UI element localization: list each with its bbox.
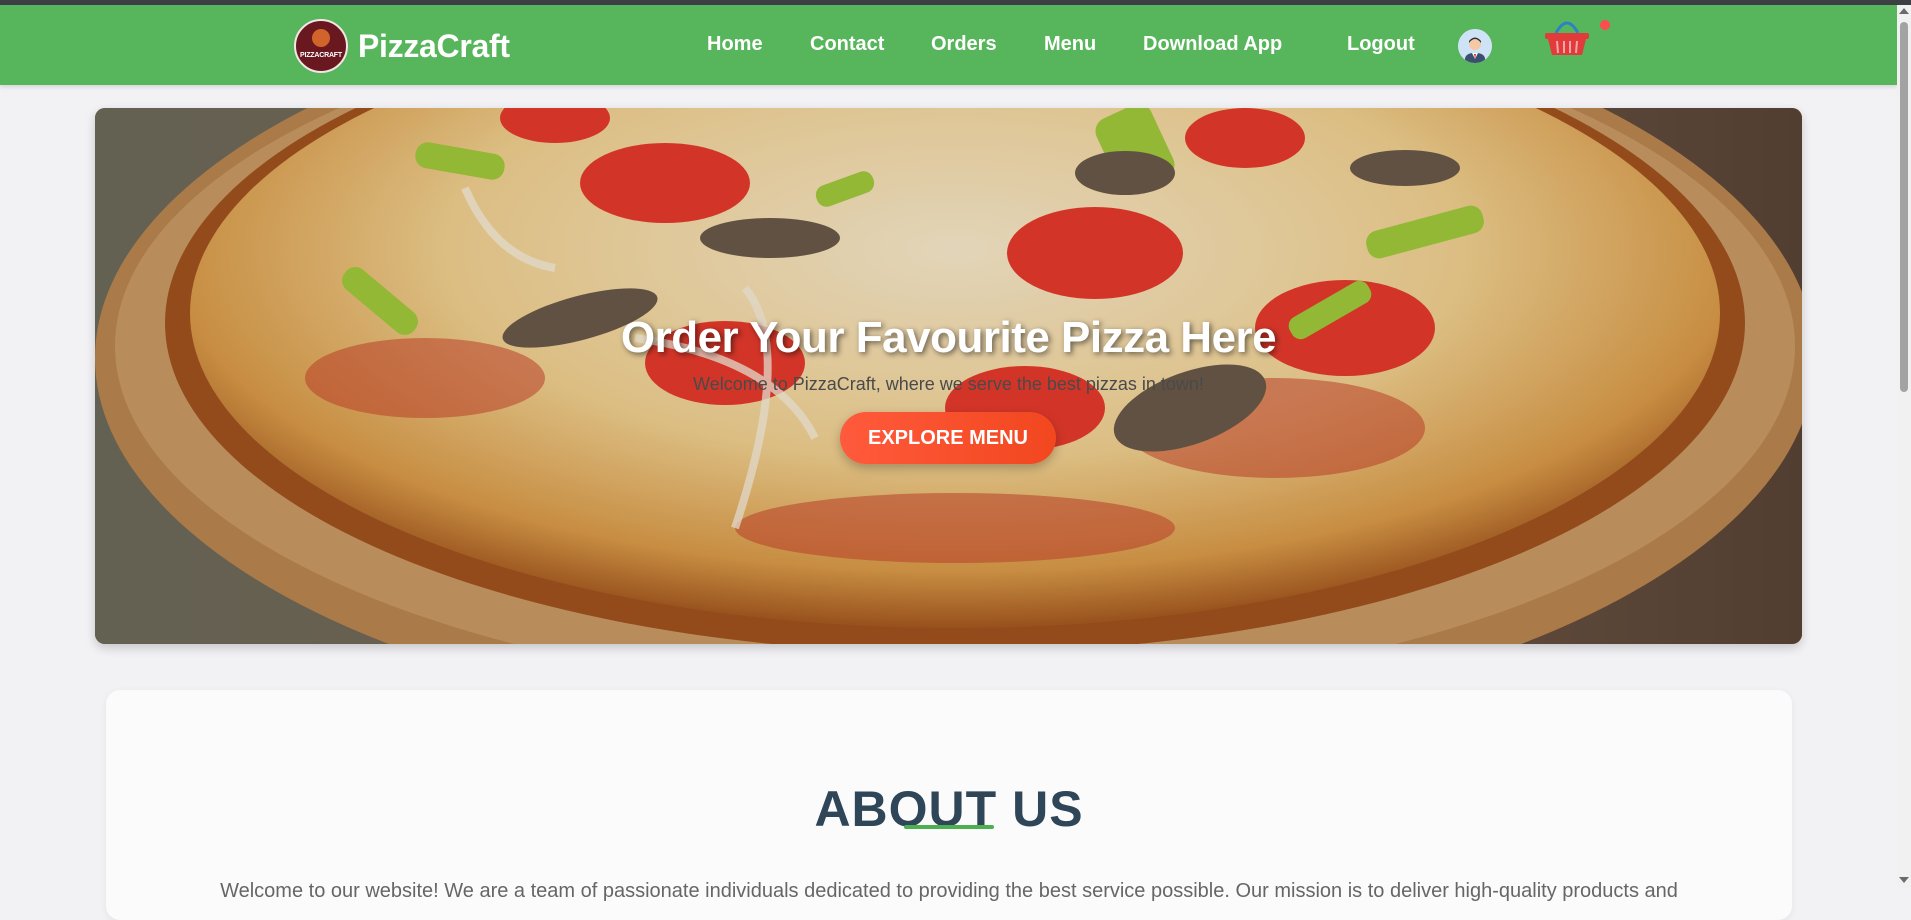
- navbar: PIZZACRAFT PizzaCraft Home Contact Order…: [0, 5, 1897, 85]
- nav-link-menu[interactable]: Menu: [1044, 33, 1096, 56]
- pizzacraft-logo-icon[interactable]: PIZZACRAFT: [294, 19, 348, 73]
- explore-menu-button[interactable]: EXPLORE MENU: [840, 412, 1056, 464]
- scrollbar-thumb[interactable]: [1900, 22, 1908, 392]
- shopping-basket-icon[interactable]: [1542, 15, 1592, 59]
- nav-link-home[interactable]: Home: [707, 33, 763, 56]
- brand-name[interactable]: PizzaCraft: [358, 28, 510, 65]
- scroll-down-arrow-icon[interactable]: [1899, 877, 1909, 883]
- scroll-up-arrow-icon[interactable]: [1899, 8, 1909, 14]
- nav-link-download-app[interactable]: Download App: [1143, 33, 1282, 56]
- nav-link-logout[interactable]: Logout: [1347, 33, 1415, 56]
- about-section: ABOUT US Welcome to our website! We are …: [106, 690, 1792, 920]
- logo-text: PIZZACRAFT: [300, 52, 342, 59]
- user-avatar-icon[interactable]: [1458, 29, 1492, 63]
- brand[interactable]: PIZZACRAFT PizzaCraft: [294, 17, 510, 75]
- hero-subtitle: Welcome to PizzaCraft, where we serve th…: [693, 374, 1204, 394]
- nav-link-contact[interactable]: Contact: [810, 33, 884, 56]
- about-text: Welcome to our website! We are a team of…: [220, 880, 1678, 902]
- notification-dot-icon: [1600, 20, 1610, 30]
- title-underline: [904, 825, 994, 829]
- pizza-mark-icon: [312, 29, 330, 47]
- hero-title: Order Your Favourite Pizza Here: [620, 313, 1277, 363]
- hero-banner: Order Your Favourite Pizza Here Welcome …: [95, 108, 1802, 644]
- nav-link-orders[interactable]: Orders: [931, 33, 997, 56]
